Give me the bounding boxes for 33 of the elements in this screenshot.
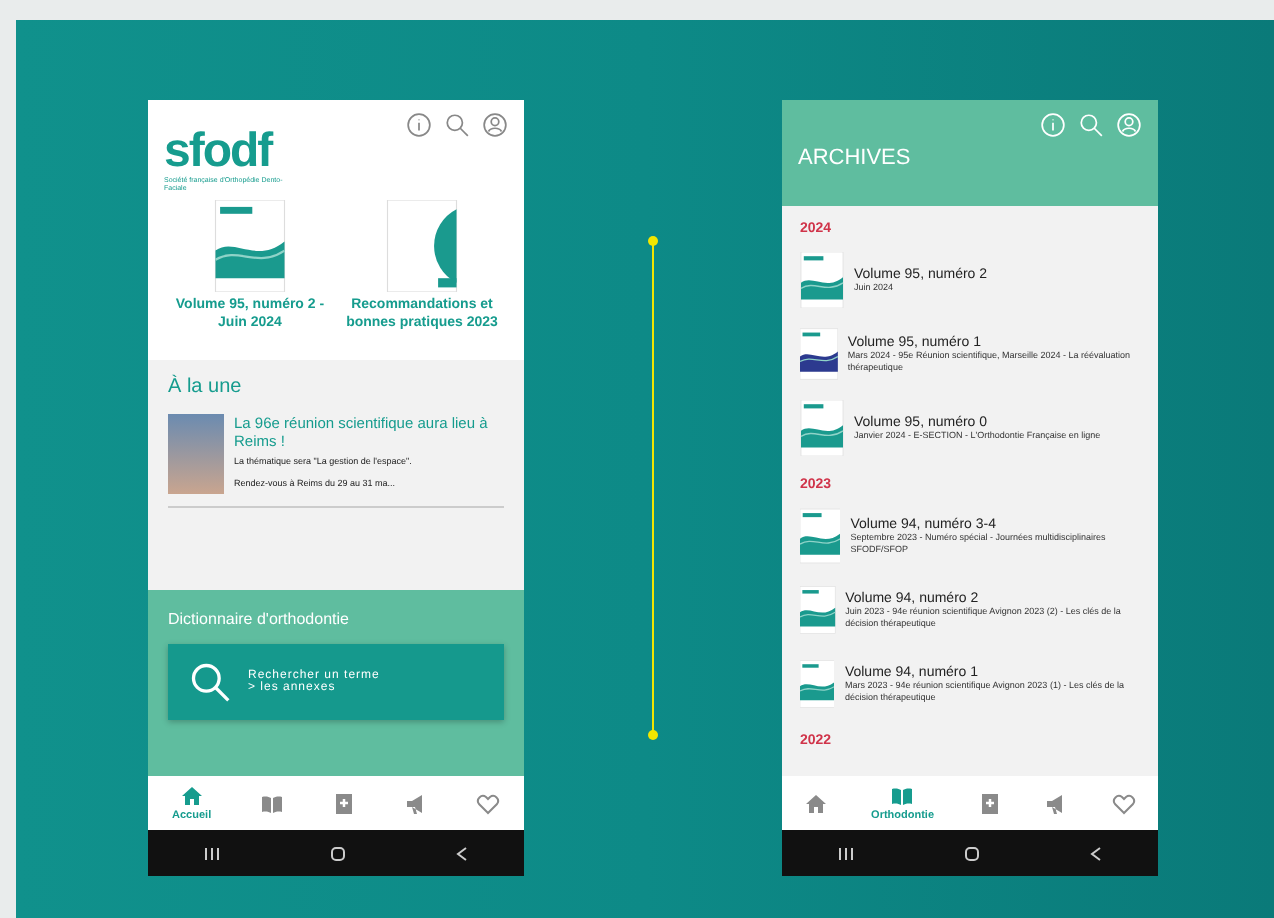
journal-cover-drawing[interactable] [800, 326, 838, 382]
heart-icon [1112, 791, 1137, 815]
home-button-icon[interactable] [329, 845, 346, 861]
section-heading: Dictionnaire d'orthodontie [168, 610, 351, 628]
back-icon[interactable] [456, 845, 469, 861]
section-heading: À la une [168, 376, 244, 398]
recents-icon[interactable] [203, 845, 220, 861]
info-icon[interactable] [406, 112, 432, 138]
logo-text: sfodf [164, 128, 273, 176]
screen-title: ARCHIVES [798, 146, 913, 170]
home-button-icon[interactable] [963, 845, 980, 861]
book-icon [259, 791, 284, 815]
back-icon[interactable] [1090, 845, 1103, 861]
search-icon [188, 660, 232, 704]
account-icon[interactable] [482, 112, 508, 138]
nav-tab[interactable] [1112, 791, 1137, 815]
search-icon[interactable] [444, 112, 470, 138]
add-book-icon [977, 791, 1002, 815]
add-book-icon [331, 791, 356, 815]
photo-placeholder [168, 414, 224, 494]
recents-icon[interactable] [837, 845, 854, 861]
nav-tab[interactable] [803, 791, 828, 815]
home-icon [803, 791, 828, 815]
nav-tab[interactable] [403, 791, 428, 815]
nav-tab[interactable] [475, 791, 500, 815]
megaphone-icon [403, 791, 428, 815]
nav-tab[interactable] [331, 791, 356, 815]
home-icon [179, 784, 204, 808]
book-icon [890, 784, 915, 808]
search-icon[interactable] [1078, 112, 1104, 138]
heart-icon [475, 791, 500, 815]
nav-tab[interactable] [977, 791, 1002, 815]
nav-tab[interactable] [259, 791, 284, 815]
